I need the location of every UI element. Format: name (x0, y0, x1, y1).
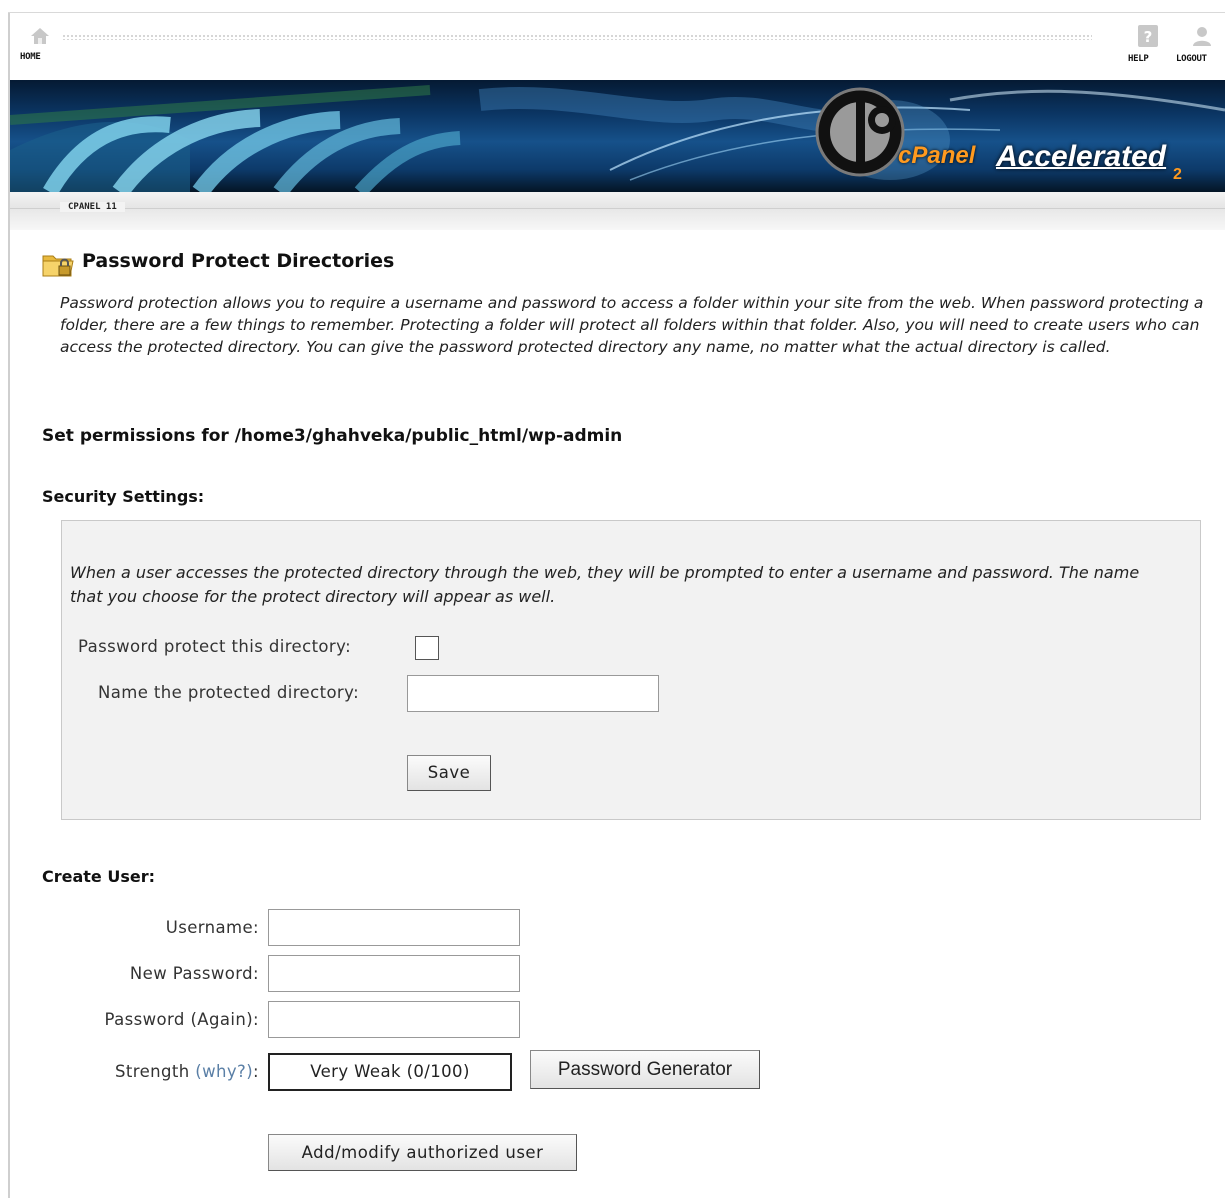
password-generator-button[interactable]: Password Generator (530, 1050, 760, 1089)
help-icon: ? (1138, 25, 1158, 47)
permissions-heading: Set permissions for /home3/ghahveka/publ… (42, 426, 623, 446)
username-input[interactable] (268, 909, 520, 946)
cpanel-logo-icon (815, 87, 905, 177)
security-settings-panel: When a user accesses the protected direc… (61, 520, 1201, 820)
strength-colon: : (253, 1062, 259, 1081)
strength-label-group: Strength (why?): (115, 1062, 259, 1081)
version-strip: CPANEL 11 (10, 192, 1225, 230)
create-user-heading: Create User: (42, 867, 156, 886)
home-label: HOME (20, 52, 41, 62)
password-again-label: Password (Again): (104, 1010, 259, 1029)
logout-label: LOGOUT (1176, 54, 1207, 64)
home-icon (31, 28, 49, 44)
help-nav-link[interactable]: ? HELP (1128, 24, 1168, 64)
user-icon (1193, 27, 1211, 46)
directory-name-label: Name the protected directory: (98, 683, 360, 702)
why-link[interactable]: (why?) (195, 1062, 253, 1081)
network-cables-graphic (10, 85, 1225, 192)
strip-divider (10, 208, 1225, 209)
security-note: When a user accesses the protected direc… (70, 563, 1140, 606)
top-navigation: HOME ? HELP LOGOUT (10, 14, 1225, 80)
nav-dotted-rule (62, 34, 1092, 40)
intro-text: Password protection allows you to requir… (60, 294, 1204, 356)
protect-directory-checkbox[interactable] (415, 636, 439, 660)
header-banner: cPanel Accelerated 2 (10, 80, 1225, 192)
new-password-input[interactable] (268, 955, 520, 992)
password-again-input[interactable] (268, 1001, 520, 1038)
svg-text:?: ? (1144, 28, 1153, 46)
page-title-row: Password Protect Directories (42, 248, 642, 277)
strength-meter: Very Weak (0/100) (268, 1053, 512, 1091)
protect-directory-label: Password protect this directory: (78, 637, 352, 656)
strength-label: Strength (115, 1062, 190, 1081)
folder-lock-icon (42, 255, 74, 277)
home-nav-link[interactable]: HOME (20, 26, 60, 62)
security-settings-heading: Security Settings: (42, 487, 205, 506)
page-frame-top (8, 12, 1225, 13)
help-label: HELP (1128, 54, 1149, 64)
product-version-suffix: 2 (1173, 166, 1182, 183)
new-password-label: New Password: (129, 964, 259, 983)
directory-name-input[interactable] (407, 675, 659, 712)
add-modify-user-button[interactable]: Add/modify authorized user (268, 1134, 577, 1171)
save-button[interactable]: Save (407, 755, 491, 791)
cpanel-brand: cPanel (898, 142, 976, 169)
product-name: Accelerated (996, 140, 1167, 173)
username-label: Username: (165, 918, 259, 937)
page-title: Password Protect Directories (82, 250, 395, 272)
version-label: CPANEL 11 (60, 202, 125, 212)
logout-nav-link[interactable]: LOGOUT (1176, 24, 1225, 64)
